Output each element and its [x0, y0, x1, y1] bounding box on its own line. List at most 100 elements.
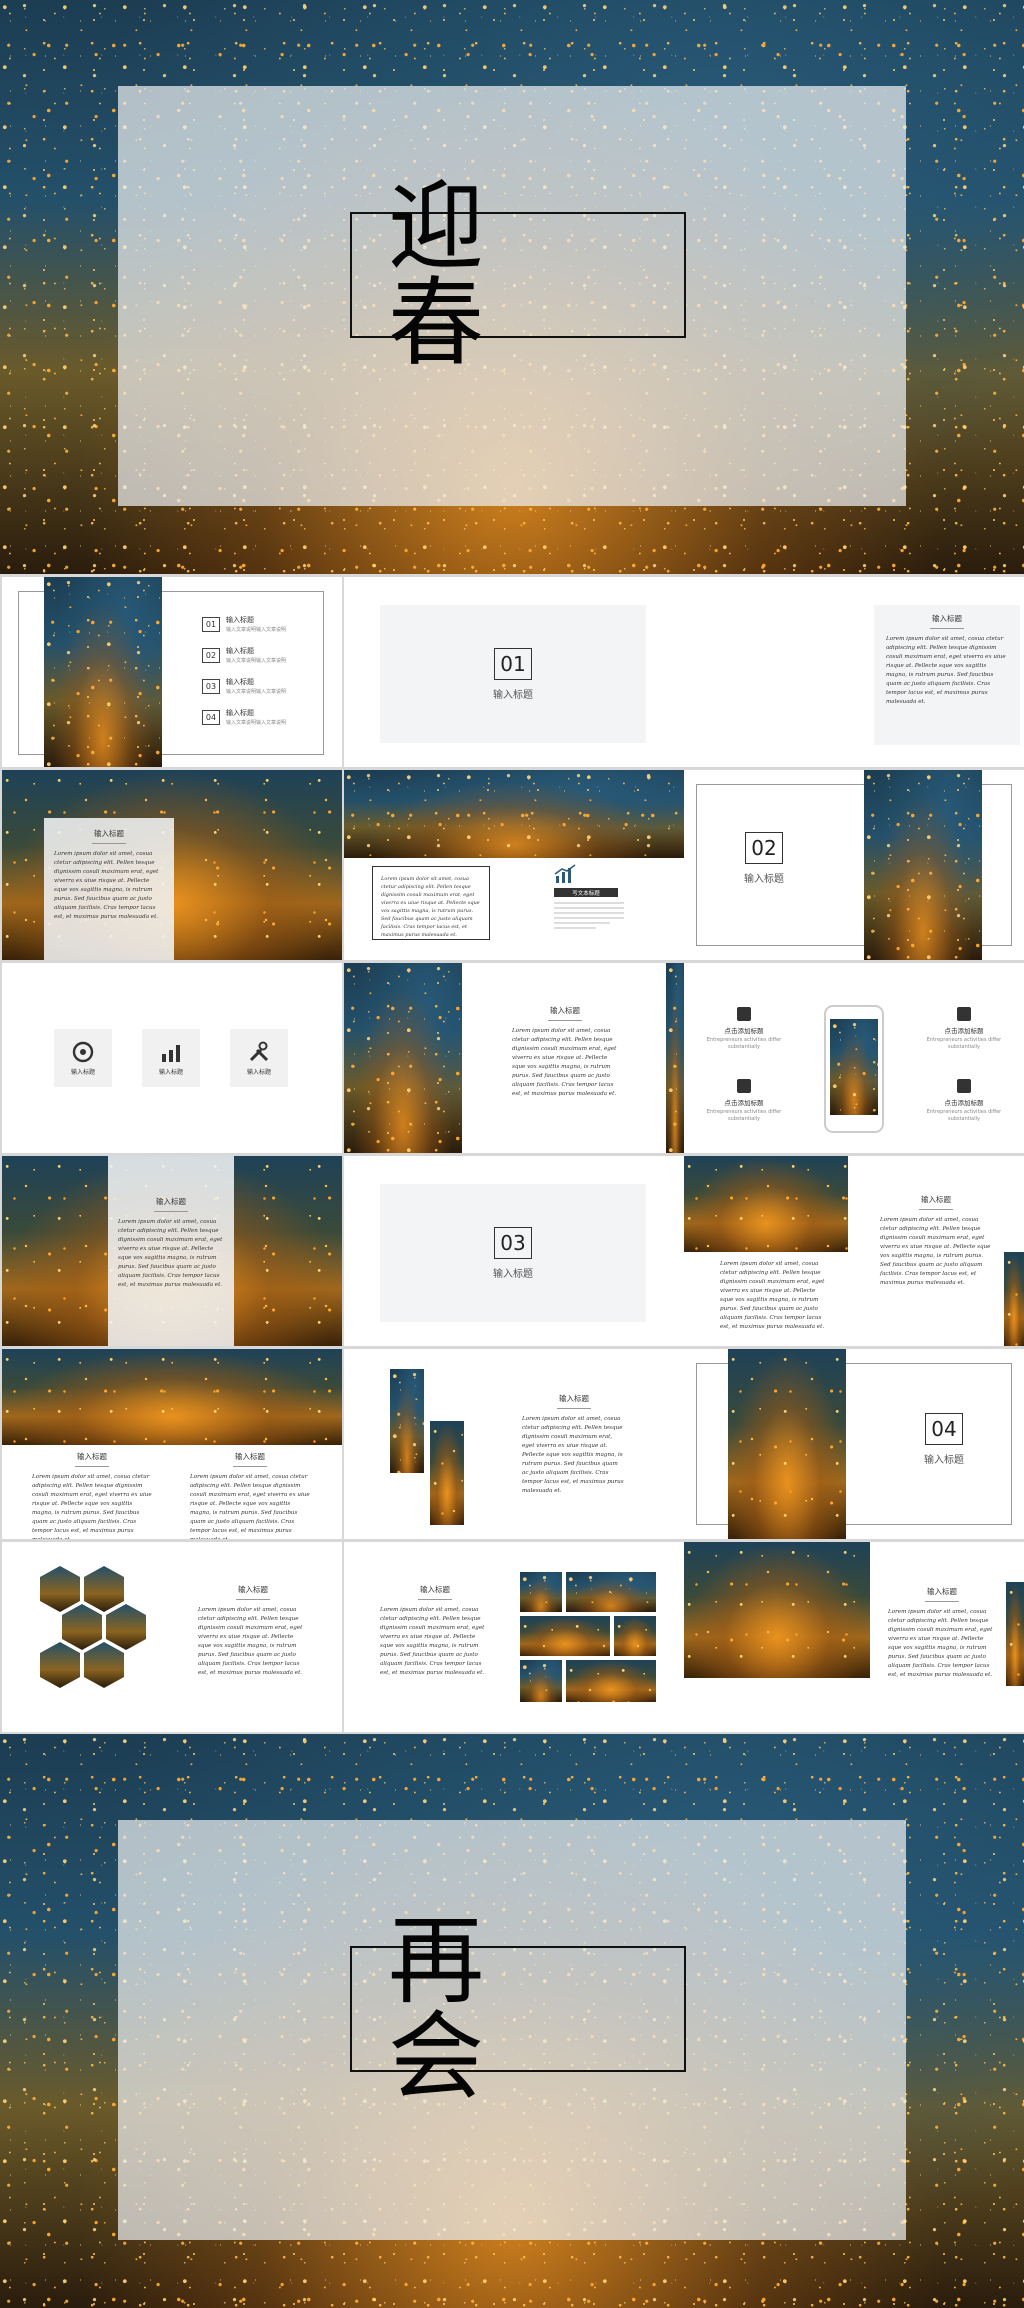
hexagon-slide: 输入标题 Lorem ipsum dolor sit amet, cosua c… [2, 1542, 342, 1732]
text-panel: 输入标题 Lorem ipsum dolor sit amet, cosua c… [44, 818, 174, 960]
body-text: Lorem ipsum dolor sit amet, cosua ctetur… [888, 1609, 993, 1678]
photo-edge [1004, 1252, 1024, 1346]
cover-slide: 迎 春 [0, 0, 1024, 574]
divider [236, 1599, 270, 1600]
body-text: Lorem ipsum dolor sit amet, cosua ctetur… [32, 1474, 152, 1539]
body-text: Lorem ipsum dolor sit amet, cosua ctetur… [380, 1607, 485, 1676]
hexagon-collage [40, 1566, 146, 1688]
text-box: Lorem ipsum dolor sit amet, cosua ctetur… [372, 866, 490, 940]
toc-num: 03 [202, 678, 220, 694]
text-heading: 输入标题 [550, 1006, 580, 1015]
icon-tile-1[interactable]: 输入标题 [54, 1029, 112, 1087]
feature-desc: Entrepreneurs activities differ substant… [706, 1037, 782, 1050]
icon-tile-label: 输入标题 [70, 1069, 95, 1076]
icons-slide: 输入标题 输入标题 输入标题 [2, 963, 342, 1153]
photo-text-slide: 输入标题 Lorem ipsum dolor sit amet, cosua c… [344, 963, 684, 1153]
text-heading: 输入标题 [932, 614, 962, 623]
text-panel: 输入标题 Lorem ipsum dolor sit amet, cosua c… [108, 1156, 234, 1346]
mosaic-tile-6 [566, 1660, 656, 1702]
photo-strip-2 [430, 1421, 464, 1525]
photo-top-left [684, 1542, 870, 1678]
mosaic-slide: 输入标题 Lorem ipsum dolor sit amet, cosua c… [344, 1542, 684, 1732]
gallery-icon [957, 1079, 971, 1093]
strips-slide: 输入标题 Lorem ipsum dolor sit amet, cosua c… [344, 1349, 684, 1539]
toc-slide: 01 输入标题 输入文章说明输入文章说明 02 输入标题 输入文章说明输入文章说明 03… [2, 577, 342, 767]
photo-edge [666, 963, 684, 1153]
toc-item-3[interactable]: 03 输入标题 输入文章说明输入文章说明 [202, 677, 286, 695]
mosaic-tile-1 [520, 1572, 562, 1612]
text-heading: 输入标题 [927, 1587, 957, 1596]
divider [557, 1408, 591, 1409]
toc-item-2[interactable]: 02 输入标题 输入文章说明输入文章说明 [202, 646, 286, 664]
final-text-slide: 输入标题 Lorem ipsum dolor sit amet, cosua c… [684, 1542, 1024, 1732]
phone-feature-1[interactable]: 点击添加标题 Entrepreneurs activities differ su… [704, 1007, 784, 1050]
divider [919, 1209, 953, 1210]
mosaic-tile-2 [566, 1572, 656, 1612]
section-photo [728, 1349, 846, 1539]
body-text: Lorem ipsum dolor sit amet, cosua ctetur… [198, 1607, 303, 1676]
mosaic-tile-3 [520, 1616, 610, 1656]
chart-tag: 写文本标题 [554, 888, 618, 897]
icon-tile-2[interactable]: 输入标题 [142, 1029, 200, 1087]
phone-feature-3[interactable]: 点击添加标题 Entrepreneurs activities differ su… [924, 1007, 1004, 1050]
two-text-slide: Lorem ipsum dolor sit amet, cosua ctetur… [684, 1156, 1024, 1346]
text-panel: 输入标题 Lorem ipsum dolor sit amet, cosua c… [874, 605, 1020, 745]
camera-icon [737, 1007, 751, 1021]
text-block: 输入标题 Lorem ipsum dolor sit amet, cosua c… [522, 1393, 626, 1496]
divider [548, 1020, 582, 1021]
toc-desc: 输入文章说明输入文章说明 [226, 689, 287, 695]
divider [930, 628, 964, 629]
column-left: 输入标题 Lorem ipsum dolor sit amet, cosua c… [32, 1451, 152, 1539]
toc-num: 01 [202, 616, 220, 632]
section-label: 输入标题 [493, 689, 533, 701]
chart-slide-photo [344, 770, 684, 858]
ending-title-frame: 再 会 [350, 1913, 686, 2105]
section-03-slide: 03 输入标题 [344, 1156, 684, 1346]
section-label-group: 04 输入标题 [924, 1413, 964, 1466]
mosaic-tile-5 [520, 1660, 562, 1702]
text-block-right: 输入标题 Lorem ipsum dolor sit amet, cosua c… [880, 1194, 992, 1288]
feature-desc: Entrepreneurs activities differ substant… [926, 1037, 1002, 1050]
mic-icon [737, 1079, 751, 1093]
cover-title-frame: 迎 春 [350, 179, 686, 371]
banner-photo [2, 1349, 342, 1445]
divider [154, 1211, 188, 1212]
section-panel: 03 输入标题 [380, 1184, 646, 1322]
feature-title: 点击添加标题 [944, 1027, 984, 1035]
phone-feature-4[interactable]: 点击添加标题 Entrepreneurs activities differ su… [924, 1079, 1004, 1122]
photo-edge [1006, 1582, 1024, 1686]
photo-top-left [684, 1156, 848, 1252]
divider [233, 1466, 267, 1467]
section-number: 02 [745, 832, 783, 864]
section-label: 输入标题 [493, 1268, 533, 1280]
photo-strip-1 [390, 1369, 424, 1473]
mosaic-tile-4 [614, 1616, 656, 1656]
toc-desc: 输入文章说明输入文章说明 [226, 720, 287, 726]
body-text: Lorem ipsum dolor sit amet, cosua ctetur… [522, 1416, 624, 1494]
phone-screen [830, 1019, 878, 1115]
text-heading: 输入标题 [94, 829, 124, 838]
toc-item-4[interactable]: 04 输入标题 输入文章说明输入文章说明 [202, 708, 286, 726]
divider [925, 1601, 959, 1602]
text-block: 输入标题 Lorem ipsum dolor sit amet, cosua c… [888, 1586, 996, 1680]
icon-tile-3[interactable]: 输入标题 [230, 1029, 288, 1087]
icon-tile-label: 输入标题 [158, 1069, 183, 1076]
divider [75, 1466, 109, 1467]
text-block-left: Lorem ipsum dolor sit amet, cosua ctetur… [720, 1260, 830, 1332]
phone-feature-2[interactable]: 点击添加标题 Entrepreneurs activities differ su… [704, 1079, 784, 1122]
toc-item-1[interactable]: 01 输入标题 输入文章说明输入文章说明 [202, 615, 286, 633]
feature-desc: Entrepreneurs activities differ substant… [926, 1109, 1002, 1122]
text-heading: 输入标题 [235, 1452, 265, 1461]
toc-num: 04 [202, 709, 220, 725]
text-heading: 输入标题 [156, 1197, 186, 1206]
phone-mockup [824, 1005, 884, 1133]
body-text: Lorem ipsum dolor sit amet, cosua ctetur… [880, 1217, 991, 1286]
text-block: 输入标题 Lorem ipsum dolor sit amet, cosua c… [512, 1005, 618, 1099]
toc-desc: 输入文章说明输入文章说明 [226, 658, 287, 664]
section-01-slide: 01 输入标题 [344, 577, 684, 767]
photo-left [344, 963, 462, 1153]
text-block: 输入标题 Lorem ipsum dolor sit amet, cosua c… [198, 1584, 308, 1678]
settings-icon [72, 1041, 94, 1063]
toc-title: 输入标题 [226, 647, 254, 655]
divider [418, 1599, 452, 1600]
